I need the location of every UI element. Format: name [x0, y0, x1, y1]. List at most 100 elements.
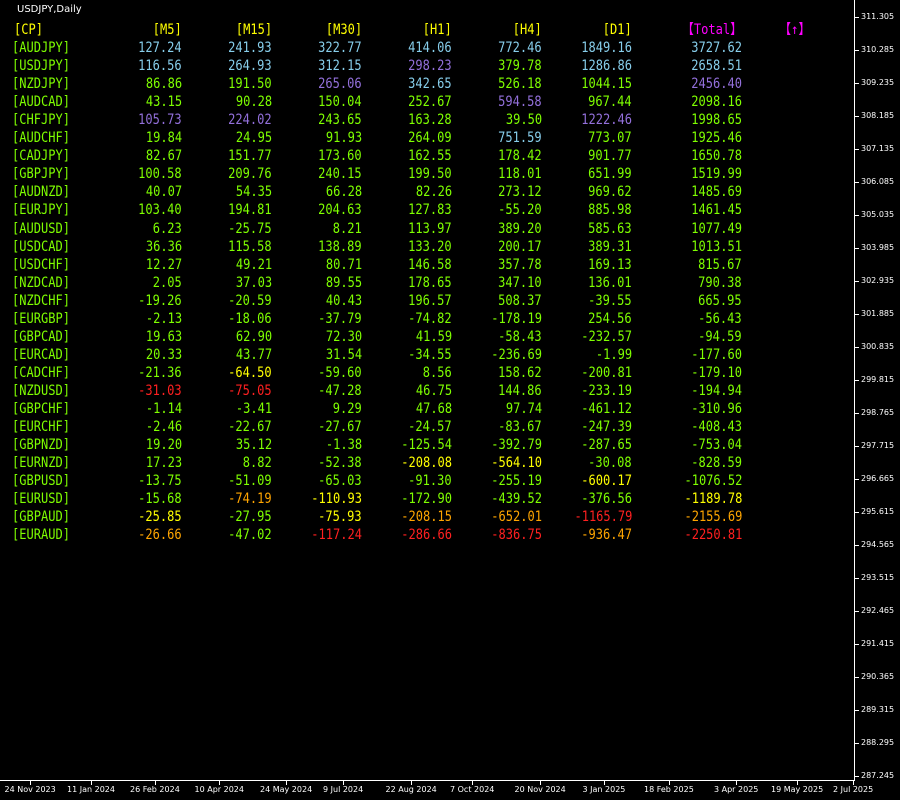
- strength-value: -58.43: [498, 328, 542, 345]
- column-header: [CP]: [14, 22, 43, 38]
- strength-value: -828.59: [691, 455, 742, 472]
- strength-value: 347.10: [498, 274, 542, 291]
- price-axis-tick: [855, 413, 859, 414]
- strength-value: 31.54: [325, 346, 362, 363]
- strength-value: 191.50: [228, 76, 272, 93]
- strength-value: -27.67: [318, 419, 362, 436]
- strength-value: 1013.51: [691, 238, 742, 255]
- price-axis-tick: [855, 314, 859, 315]
- strength-value: -65.03: [318, 473, 362, 490]
- strength-value: -25.75: [228, 220, 272, 237]
- price-axis-tick: [855, 446, 859, 447]
- strength-value: -408.43: [691, 419, 742, 436]
- strength-value: -21.36: [138, 364, 182, 381]
- strength-value: 89.55: [325, 274, 362, 291]
- pair-label: [NZDCHF]: [12, 292, 70, 309]
- strength-value: 357.78: [498, 256, 542, 273]
- price-axis-tick: [855, 644, 859, 645]
- column-header: [D1]: [603, 22, 632, 38]
- strength-value: -172.90: [401, 491, 452, 508]
- strength-value: 150.04: [318, 94, 362, 111]
- strength-value: -286.66: [401, 527, 452, 544]
- price-axis-tick: [855, 611, 859, 612]
- strength-value: -177.60: [691, 346, 742, 363]
- strength-value: 24.95: [235, 130, 272, 147]
- strength-value: 49.21: [235, 256, 272, 273]
- strength-value: 43.15: [145, 94, 182, 111]
- time-axis-label: 3 Jan 2025: [582, 785, 626, 794]
- pair-label: [EURCHF]: [12, 419, 70, 436]
- strength-value: 72.30: [325, 328, 362, 345]
- strength-value: -75.93: [318, 509, 362, 526]
- strength-value: -56.43: [698, 310, 742, 327]
- chart-area[interactable]: USDJPY,Daily [CP] [M5] [M15] [M30] [H1] [H4][…: [0, 0, 855, 781]
- price-axis-tick: [855, 512, 859, 513]
- strength-value: -1.99: [595, 346, 632, 363]
- strength-value: 43.77: [235, 346, 272, 363]
- strength-value: -287.65: [581, 437, 632, 454]
- strength-value: -2.13: [145, 310, 182, 327]
- strength-value: -564.10: [491, 455, 542, 472]
- strength-value: 901.77: [588, 148, 632, 165]
- strength-value: -110.93: [311, 491, 362, 508]
- strength-value: 91.93: [325, 130, 362, 147]
- price-axis-tick: [855, 347, 859, 348]
- strength-value: -600.17: [581, 473, 632, 490]
- price-axis-label: 290.365: [861, 672, 895, 681]
- price-axis-label: 308.185: [861, 111, 895, 120]
- pair-label: [EURAUD]: [12, 527, 70, 544]
- strength-value: 2098.16: [691, 94, 742, 111]
- column-header: 【↑】: [778, 22, 810, 38]
- strength-value: 1461.45: [691, 202, 742, 219]
- strength-value: 815.67: [698, 256, 742, 273]
- strength-value: 526.18: [498, 76, 542, 93]
- strength-value: -232.57: [581, 328, 632, 345]
- strength-value: 47.68: [415, 401, 452, 417]
- strength-value: 194.81: [228, 202, 272, 219]
- strength-value: 379.78: [498, 58, 542, 75]
- strength-value: 146.58: [408, 256, 452, 273]
- strength-value: 169.13: [588, 256, 632, 273]
- column-header: [H4]: [513, 22, 542, 38]
- strength-value: -24.57: [408, 419, 452, 436]
- price-axis-tick: [855, 50, 859, 51]
- strength-value: -233.19: [581, 382, 632, 399]
- strength-value: 342.65: [408, 76, 452, 93]
- strength-value: -51.09: [228, 473, 272, 490]
- strength-value: 209.76: [228, 166, 272, 183]
- pair-label: [AUDCAD]: [12, 94, 70, 111]
- strength-value: 127.24: [138, 40, 182, 56]
- time-axis-label: 18 Feb 2025: [644, 785, 694, 794]
- strength-value: -20.59: [228, 292, 272, 309]
- strength-value: 508.37: [498, 292, 542, 309]
- strength-value: 1849.16: [581, 40, 632, 56]
- pair-label: [USDCHF]: [12, 256, 70, 273]
- strength-value: 17.23: [145, 455, 182, 472]
- strength-value: -22.67: [228, 419, 272, 436]
- time-axis-label: 22 Aug 2024: [385, 785, 437, 794]
- strength-value: 8.82: [243, 455, 272, 472]
- strength-value: 243.65: [318, 112, 362, 129]
- price-axis-tick: [855, 281, 859, 282]
- strength-value: 36.36: [145, 238, 182, 255]
- time-axis-label: 19 May 2025: [771, 785, 824, 794]
- strength-value: -200.81: [581, 364, 632, 381]
- strength-value: 82.67: [145, 148, 182, 165]
- price-axis-label: 305.035: [861, 210, 895, 219]
- price-axis[interactable]: 311.305 310.285 309.235 308.185 307.135 306.0…: [855, 0, 900, 781]
- column-header: [M30]: [325, 22, 362, 38]
- strength-value: -18.06: [228, 310, 272, 327]
- pair-label: [USDJPY]: [12, 58, 70, 75]
- time-axis[interactable]: 24 Nov 2023 11 Jan 2024 26 Feb 2024 10 Apr …: [0, 781, 900, 800]
- price-axis-label: 302.935: [861, 276, 895, 285]
- time-axis-label: 7 Oct 2024: [450, 785, 495, 794]
- strength-value: -2250.81: [684, 527, 742, 544]
- strength-value: -74.82: [408, 310, 452, 327]
- strength-value: -47.02: [228, 527, 272, 544]
- price-axis-tick: [855, 83, 859, 84]
- strength-value: 173.60: [318, 148, 362, 165]
- strength-value: -27.95: [228, 509, 272, 526]
- strength-value: 62.90: [235, 328, 272, 345]
- strength-value: 39.50: [505, 112, 542, 129]
- price-axis-label: 301.885: [861, 309, 895, 318]
